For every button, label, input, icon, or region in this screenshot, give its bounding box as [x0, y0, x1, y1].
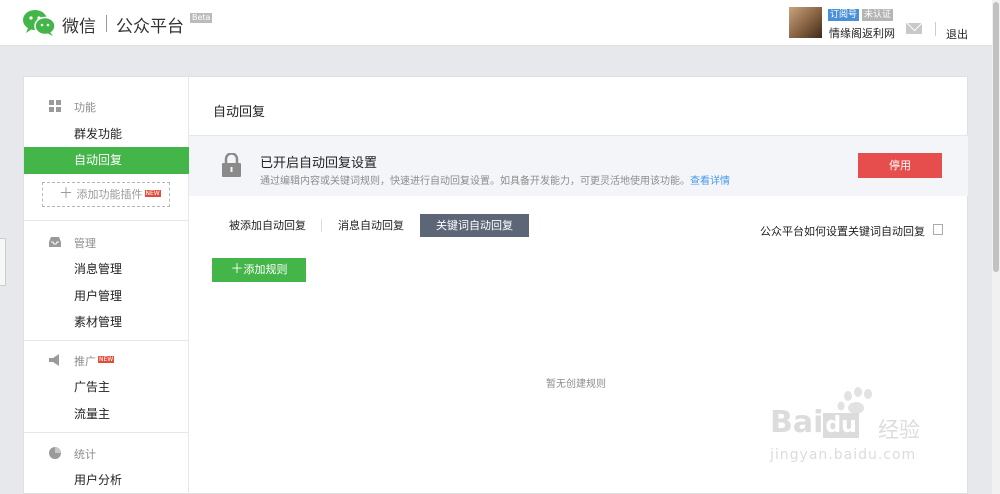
avatar[interactable]: [789, 7, 822, 38]
sidebar-item-user-analysis[interactable]: 用户分析: [24, 467, 189, 494]
sidebar-item-messages[interactable]: 消息管理: [24, 256, 189, 283]
sidebar: 功能 群发功能 自动回复 ＋ 添加功能插件 NEW 管理 消息管理 用户管理 素材…: [24, 77, 189, 494]
add-rule-label: 添加规则: [243, 263, 288, 276]
watermark-cn: 经验: [878, 418, 920, 442]
add-rule-button[interactable]: ＋添加规则: [212, 258, 306, 282]
sidebar-divider: [24, 220, 189, 221]
plus-icon: ＋: [230, 262, 244, 277]
pie-icon: [49, 447, 61, 459]
scrollbar-thumb[interactable]: [993, 2, 999, 272]
watermark-du: du: [823, 413, 859, 438]
sidebar-section-title: 管理: [74, 237, 96, 250]
tab-keyword-reply[interactable]: 关键词自动回复: [420, 214, 529, 237]
sidebar-section-promotion: 推广 NEW: [24, 348, 189, 374]
page-title: 自动回复: [213, 105, 266, 120]
disable-button[interactable]: 停用: [858, 153, 942, 178]
logout-link[interactable]: 退出: [946, 26, 968, 42]
sidebar-item-advertiser[interactable]: 广告主: [24, 374, 189, 401]
plus-icon: ＋: [59, 186, 73, 202]
document-icon[interactable]: [933, 224, 943, 235]
account-type-badge: 订阅号: [828, 9, 860, 21]
sidebar-divider: [24, 432, 189, 433]
status-banner: 已开启自动回复设置 通过编辑内容或关键词规则，快速进行自动回复设置。如具备开发能…: [189, 136, 968, 196]
sidebar-section-title: 推广 NEW: [74, 353, 115, 369]
sidebar-divider: [24, 340, 189, 341]
watermark-logo: Baidu: [770, 405, 859, 440]
banner-description: 通过编辑内容或关键词规则，快速进行自动回复设置。如具备开发能力，可更灵活地使用该…: [260, 172, 730, 187]
wechat-logo[interactable]: [22, 9, 56, 37]
brand-divider: [106, 15, 107, 32]
sidebar-section-title-text: 推广: [74, 355, 96, 368]
account-verify-badge: 未认证: [862, 9, 894, 21]
top-bar: 微信 公众平台 Beta 订阅号 未认证 情缘阁返利网 退出: [0, 0, 1000, 46]
tab-added-reply[interactable]: 被添加自动回复: [229, 214, 306, 237]
brand-product[interactable]: 公众平台: [116, 12, 184, 37]
watermark-bai: Bai: [770, 405, 824, 440]
sidebar-item-materials[interactable]: 素材管理: [24, 309, 189, 336]
sidebar-section-statistics: 统计: [24, 441, 189, 467]
mail-icon[interactable]: [906, 23, 922, 34]
header-divider: [935, 22, 936, 36]
sidebar-item-mass-send[interactable]: 群发功能: [24, 121, 189, 148]
new-badge: NEW: [144, 190, 161, 197]
sidebar-item-users[interactable]: 用户管理: [24, 283, 189, 310]
sidebar-section-title: 统计: [74, 448, 96, 461]
empty-state-text: 暂无创建规则: [546, 379, 606, 390]
beta-badge: Beta: [190, 13, 213, 23]
tab-message-reply[interactable]: 消息自动回复: [338, 214, 404, 237]
view-details-link[interactable]: 查看详情: [690, 176, 730, 187]
inbox-icon: [49, 237, 61, 247]
page-scrollbar[interactable]: [992, 0, 1000, 494]
sidebar-toggle-handle[interactable]: [0, 238, 6, 286]
grid-icon: [49, 100, 61, 112]
add-plugin-button[interactable]: ＋ 添加功能插件 NEW: [42, 182, 170, 207]
sidebar-section-manage: 管理: [24, 230, 189, 256]
sidebar-item-publisher[interactable]: 流量主: [24, 401, 189, 428]
tab-divider: [321, 219, 322, 232]
banner-title: 已开启自动回复设置: [260, 156, 378, 171]
megaphone-icon: [49, 354, 59, 366]
sidebar-section-features: 功能: [24, 94, 189, 120]
help-link[interactable]: 公众平台如何设置关键词自动回复: [760, 223, 925, 239]
watermark-url: jingyan.baidu.com: [770, 447, 917, 463]
sidebar-section-title: 功能: [74, 101, 96, 114]
new-badge: NEW: [98, 356, 115, 363]
banner-desc-text: 通过编辑内容或关键词规则，快速进行自动回复设置。如具备开发能力，可更灵活地使用该…: [260, 176, 690, 187]
account-name[interactable]: 情缘阁返利网: [829, 25, 895, 41]
brand-name[interactable]: 微信: [62, 12, 96, 37]
lock-icon: [222, 153, 241, 177]
add-plugin-label: 添加功能插件: [76, 188, 143, 201]
sidebar-item-auto-reply[interactable]: 自动回复: [24, 147, 189, 174]
